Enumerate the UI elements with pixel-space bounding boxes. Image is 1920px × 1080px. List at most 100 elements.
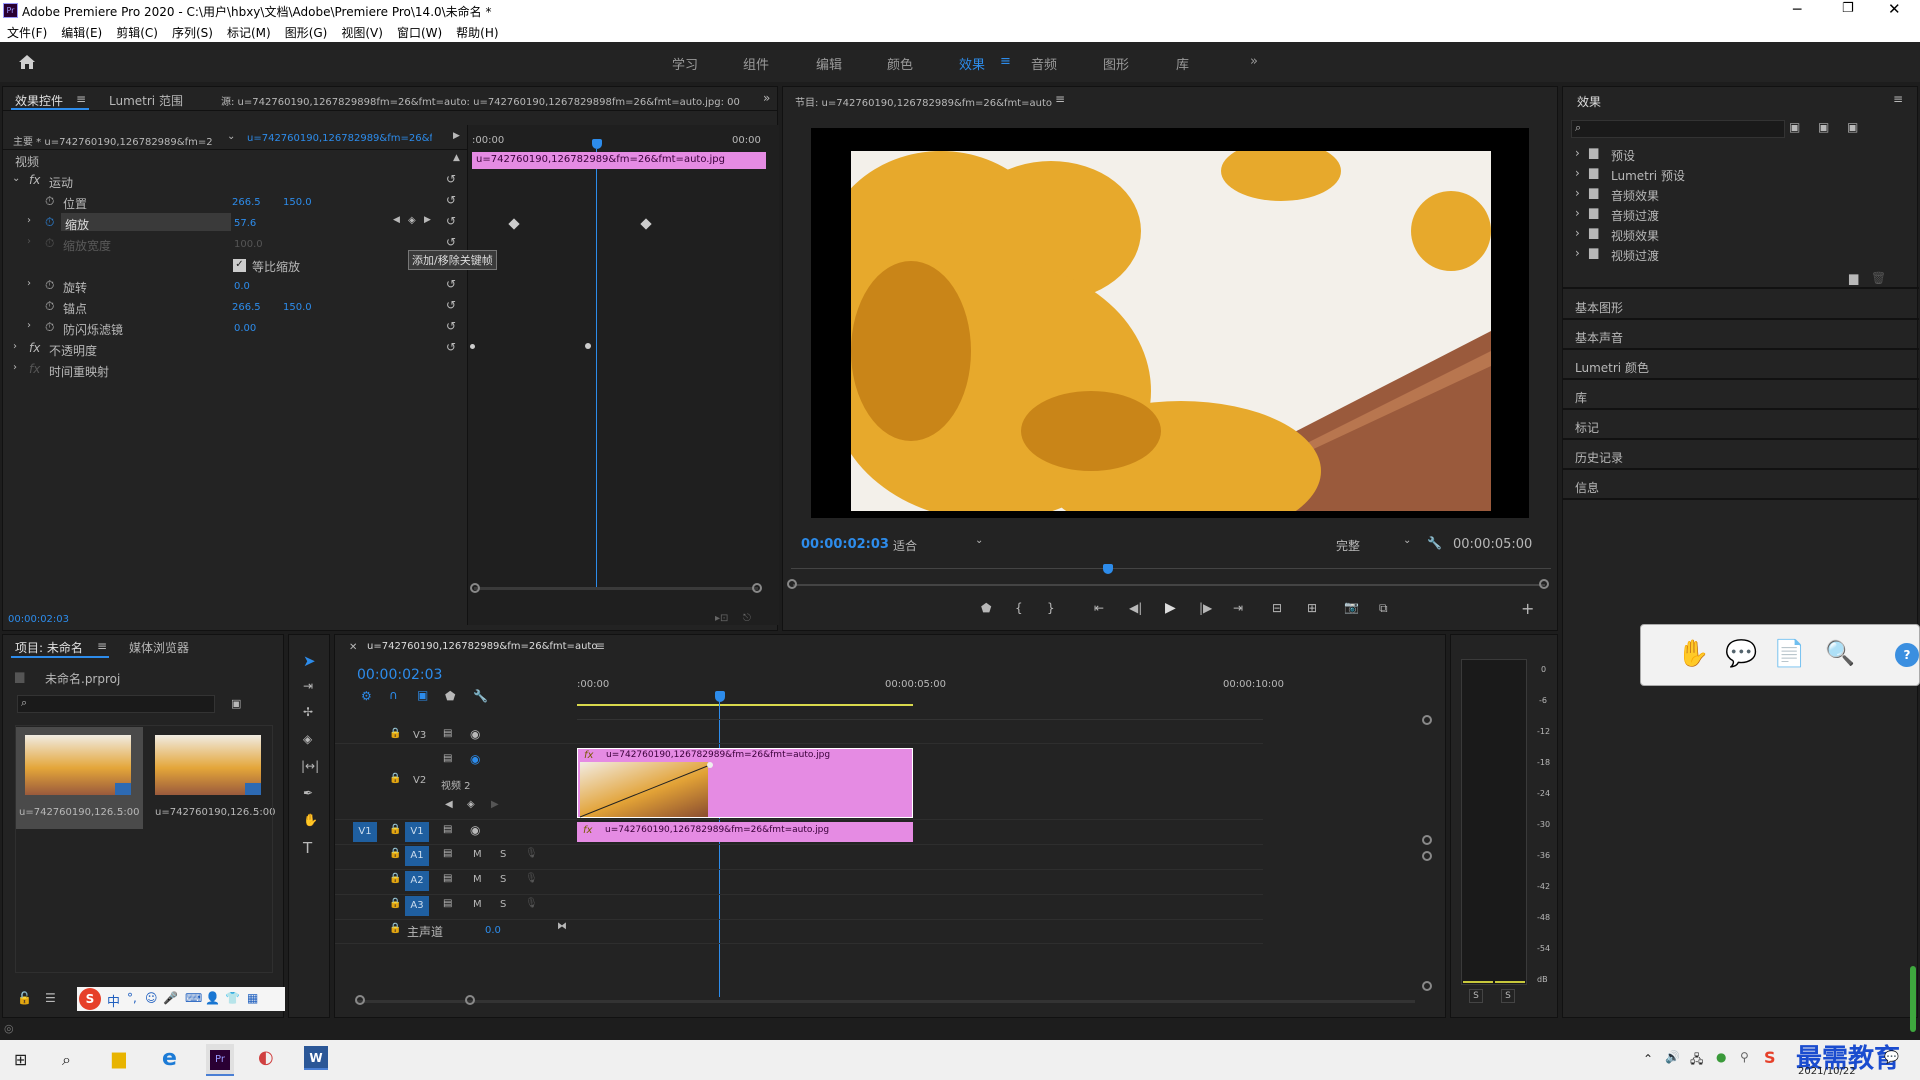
hscroll-right[interactable] <box>465 995 475 1005</box>
tab-lumetri-scopes[interactable]: Lumetri 范围 <box>109 92 183 109</box>
word-app-icon[interactable]: W <box>304 1046 328 1070</box>
next-keyframe-icon[interactable]: ▶ <box>491 799 499 810</box>
hand-tool-icon[interactable]: ✋ <box>303 813 318 827</box>
sync-lock-icon[interactable]: ▤ <box>443 824 452 835</box>
chevron-right-icon[interactable]: › <box>1575 146 1580 160</box>
project-search[interactable] <box>17 695 215 713</box>
menu-view[interactable]: 视图(V) <box>334 22 390 43</box>
chevron-down-icon[interactable]: ⌄ <box>227 131 235 142</box>
help-icon[interactable]: ? <box>1895 643 1919 667</box>
add-marker-icon[interactable]: ⬟ <box>445 689 455 703</box>
chevron-right-icon[interactable]: › <box>27 215 31 226</box>
vertical-scroll-mid[interactable] <box>1422 835 1432 845</box>
accelerated-effects-icon[interactable]: ▣ <box>1789 120 1800 134</box>
solo-button[interactable]: S <box>500 849 506 860</box>
effect-controls-timecode[interactable]: 00:00:02:03 <box>8 614 69 625</box>
sync-lock-icon[interactable]: ▤ <box>443 898 452 909</box>
ime-tray-icon[interactable]: ⚲ <box>1740 1050 1749 1064</box>
prev-keyframe-icon[interactable]: ◀ <box>445 799 453 810</box>
mark-in-icon[interactable]: { <box>1015 601 1023 615</box>
master-track-value[interactable]: 0.0 <box>485 925 501 936</box>
panel-menu-icon[interactable]: ≡ <box>97 639 107 653</box>
effects-search[interactable] <box>1571 120 1785 138</box>
mute-button[interactable]: M <box>473 899 482 910</box>
stopwatch-icon[interactable]: ⏱ <box>45 320 54 335</box>
mic-icon[interactable]: 🎙 <box>525 873 538 884</box>
workspace-menu-icon[interactable]: ≡ <box>1000 54 1011 69</box>
workspace-tab-graphics[interactable]: 图形 <box>1103 54 1129 73</box>
add-keyframe-icon[interactable]: ◈ <box>467 799 475 810</box>
tree-lumetri-presets[interactable]: Lumetri 预设 <box>1611 167 1685 184</box>
chevron-right-icon[interactable]: › <box>27 278 31 289</box>
chevron-down-icon[interactable]: ⌄ <box>975 535 983 546</box>
minimize-icon[interactable]: ─ <box>1793 2 1801 18</box>
search-icon[interactable]: ⌕ <box>62 1050 71 1070</box>
chevron-right-icon[interactable]: › <box>13 341 17 352</box>
track-a3-label[interactable]: A3 <box>405 896 429 916</box>
workspace-tab-editing[interactable]: 编辑 <box>816 54 842 73</box>
program-scrollbar[interactable] <box>793 584 1545 586</box>
tab-media-browser[interactable]: 媒体浏览器 <box>129 639 189 656</box>
menu-window[interactable]: 窗口(W) <box>390 22 449 43</box>
program-scroll-right[interactable] <box>1539 579 1549 589</box>
sync-lock-icon[interactable]: ▤ <box>443 728 452 739</box>
prev-keyframe-icon[interactable]: ◀ <box>393 215 400 225</box>
ripple-edit-tool-icon[interactable]: ✢ <box>303 705 313 719</box>
tray-app-icon[interactable]: ● <box>1716 1050 1726 1064</box>
close-icon[interactable]: ✕ <box>349 642 357 653</box>
panel-menu-icon[interactable]: ≡ <box>1055 92 1065 106</box>
section-lumetri-color[interactable]: Lumetri 颜色 <box>1575 359 1649 376</box>
sync-lock-icon[interactable]: ▤ <box>443 848 452 859</box>
clip-v1[interactable]: fx u=742760190,126782989&fm=26&fmt=auto.… <box>577 822 913 842</box>
solo-button[interactable]: S <box>500 874 506 885</box>
camera-icon[interactable]: 📷 <box>1344 600 1359 614</box>
chevron-right-icon[interactable]: › <box>1575 246 1580 260</box>
go-to-in-icon[interactable]: ⇤ <box>1094 601 1104 615</box>
tree-video-effects[interactable]: 视频效果 <box>1611 227 1659 244</box>
lock-icon[interactable]: 🔒 <box>389 898 401 909</box>
menu-edit[interactable]: 编辑(E) <box>54 22 109 43</box>
windows-start-icon[interactable]: ⊞ <box>14 1050 27 1069</box>
mini-scrollbar[interactable] <box>474 587 758 590</box>
tray-up-arrow-icon[interactable]: ⌃ <box>1643 1052 1653 1066</box>
ime-voice[interactable]: 🎤 <box>163 991 178 1005</box>
track-v1-label[interactable]: V1 <box>405 822 429 842</box>
panel-menu-icon[interactable]: ≡ <box>76 92 86 106</box>
workspace-tab-libraries[interactable]: 库 <box>1176 54 1189 73</box>
ime-skin[interactable]: 👕 <box>225 991 240 1005</box>
maximize-icon[interactable]: ❐ <box>1842 1 1854 16</box>
paint-app-icon[interactable]: ◐ <box>258 1047 274 1068</box>
keyframe-2[interactable] <box>640 218 652 230</box>
menu-clip[interactable]: 剪辑(C) <box>109 22 165 43</box>
reset-icon[interactable]: ↺ <box>446 193 456 207</box>
fx-icon[interactable]: fx <box>29 173 40 187</box>
sync-lock-icon[interactable]: ▤ <box>443 873 452 884</box>
reset-icon[interactable]: ↺ <box>446 172 456 186</box>
add-keyframe-icon[interactable]: ◈ <box>408 215 416 226</box>
chevron-right-icon[interactable]: › <box>1575 166 1580 180</box>
panel-menu-icon[interactable]: ≡ <box>1893 92 1903 106</box>
work-area-bar[interactable] <box>577 704 913 706</box>
reset-icon[interactable]: ↺ <box>446 277 456 291</box>
uniform-scale-checkbox[interactable]: ✓ <box>233 259 246 272</box>
quality-dropdown[interactable]: 完整 <box>1336 537 1360 554</box>
play-triangle-icon[interactable]: ▶ <box>453 131 460 141</box>
snap-icon[interactable]: ∩ <box>389 688 398 702</box>
wrench-icon[interactable]: 🔧 <box>473 689 488 703</box>
wrench-icon[interactable]: 🔧 <box>1427 536 1442 550</box>
timeline-timecode[interactable]: 00:00:02:03 <box>357 667 442 683</box>
menu-graphics[interactable]: 图形(G) <box>278 22 335 43</box>
sogou-logo[interactable]: S <box>79 988 101 1010</box>
vertical-scroll-bottom[interactable] <box>1422 981 1432 991</box>
razor-tool-icon[interactable]: ◈ <box>303 732 312 746</box>
chevron-right-icon[interactable]: › <box>1575 206 1580 220</box>
tab-effect-controls[interactable]: 效果控件 <box>15 92 63 109</box>
timeline-playhead[interactable] <box>715 691 725 702</box>
new-bin-icon[interactable]: ▣ <box>231 697 241 710</box>
lock-icon[interactable]: 🔒 <box>389 773 401 784</box>
vertical-scroll-mid2[interactable] <box>1422 851 1432 861</box>
chevron-right-icon[interactable]: › <box>27 320 31 331</box>
stopwatch-icon[interactable]: ⏱ <box>45 278 54 293</box>
position-x[interactable]: 266.5 <box>232 197 261 208</box>
eye-hidden-icon[interactable]: ◉ <box>470 752 480 766</box>
